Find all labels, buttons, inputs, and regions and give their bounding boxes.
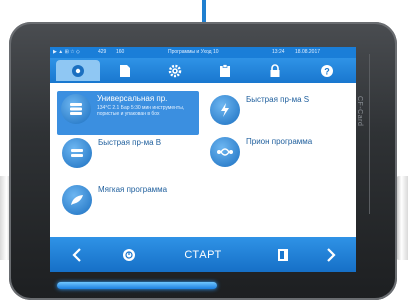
- help-icon: ?: [321, 64, 333, 77]
- program-list: Универсальная пр. 134°C 2.1 Бар 5:30 мин…: [50, 83, 356, 237]
- status-time: 13:24: [272, 49, 285, 55]
- status-code-2: 160: [116, 49, 125, 55]
- program-universal[interactable]: Универсальная пр. 134°C 2.1 Бар 5:30 мин…: [57, 91, 199, 135]
- document-icon: [120, 64, 130, 77]
- timer-icon: [123, 248, 135, 261]
- tab-lock[interactable]: [253, 60, 297, 81]
- disc-icon: [72, 64, 84, 77]
- lightning-icon: [210, 95, 240, 125]
- feather-icon: [62, 185, 92, 215]
- tab-help[interactable]: ?: [305, 60, 349, 81]
- tab-log[interactable]: [203, 60, 247, 81]
- program-universal-detail: 134°C 2.1 Бар 5:30 мин инструменты, пори…: [97, 105, 185, 117]
- start-button-label: СТАРТ: [184, 248, 222, 261]
- tray-icon: [62, 138, 92, 168]
- right-mount-bracket: [396, 176, 408, 260]
- next-button[interactable]: [318, 237, 344, 272]
- chevron-left-icon: [72, 247, 81, 262]
- clipboard-icon: [220, 63, 230, 77]
- program-quick-b[interactable]: Быстрая пр-ма B: [62, 138, 161, 168]
- status-icons: ▶ ▲ ⊞ ☆ ◇: [53, 49, 80, 55]
- molecule-icon: [210, 137, 240, 167]
- bottom-bar: СТАРТ: [50, 237, 356, 272]
- cf-card-slot: [369, 54, 380, 214]
- cf-card-label: CF-Card: [356, 96, 363, 127]
- program-quick-s[interactable]: Быстрая пр-ма S: [210, 95, 309, 125]
- door-button[interactable]: [270, 237, 296, 272]
- program-prion-label: Прион программа: [246, 137, 313, 146]
- program-soft[interactable]: Мягкая программа: [62, 185, 167, 215]
- program-quick-s-label: Быстрая пр-ма S: [246, 95, 310, 104]
- program-prion[interactable]: Прион программа: [210, 137, 312, 167]
- tab-settings[interactable]: [153, 60, 197, 81]
- tab-programs[interactable]: [56, 60, 100, 81]
- status-bar: ▶ ▲ ⊞ ☆ ◇ 429 160 Программы и Уход 10 13…: [50, 47, 356, 58]
- stack-icon: [61, 94, 91, 124]
- program-soft-label: Мягкая программа: [98, 185, 168, 194]
- chevron-right-icon: [327, 247, 336, 262]
- door-icon: [278, 248, 288, 261]
- svg-text:?: ?: [324, 66, 330, 76]
- gear-icon: [168, 64, 182, 77]
- start-button[interactable]: СТАРТ: [168, 237, 238, 272]
- lock-icon: [270, 63, 280, 77]
- timer-button[interactable]: [116, 237, 142, 272]
- status-code-1: 429: [98, 49, 107, 55]
- status-led-bar: [57, 282, 217, 289]
- status-title: Программы и Уход 10: [168, 49, 219, 55]
- status-date: 18.08.2017: [295, 49, 321, 55]
- touch-screen: ▶ ▲ ⊞ ☆ ◇ 429 160 Программы и Уход 10 13…: [50, 47, 356, 272]
- tab-bar: ?: [50, 58, 356, 83]
- program-universal-label: Универсальная пр.: [97, 94, 168, 103]
- tab-documents[interactable]: [103, 60, 147, 81]
- program-quick-b-label: Быстрая пр-ма B: [98, 138, 162, 147]
- prev-button[interactable]: [64, 237, 90, 272]
